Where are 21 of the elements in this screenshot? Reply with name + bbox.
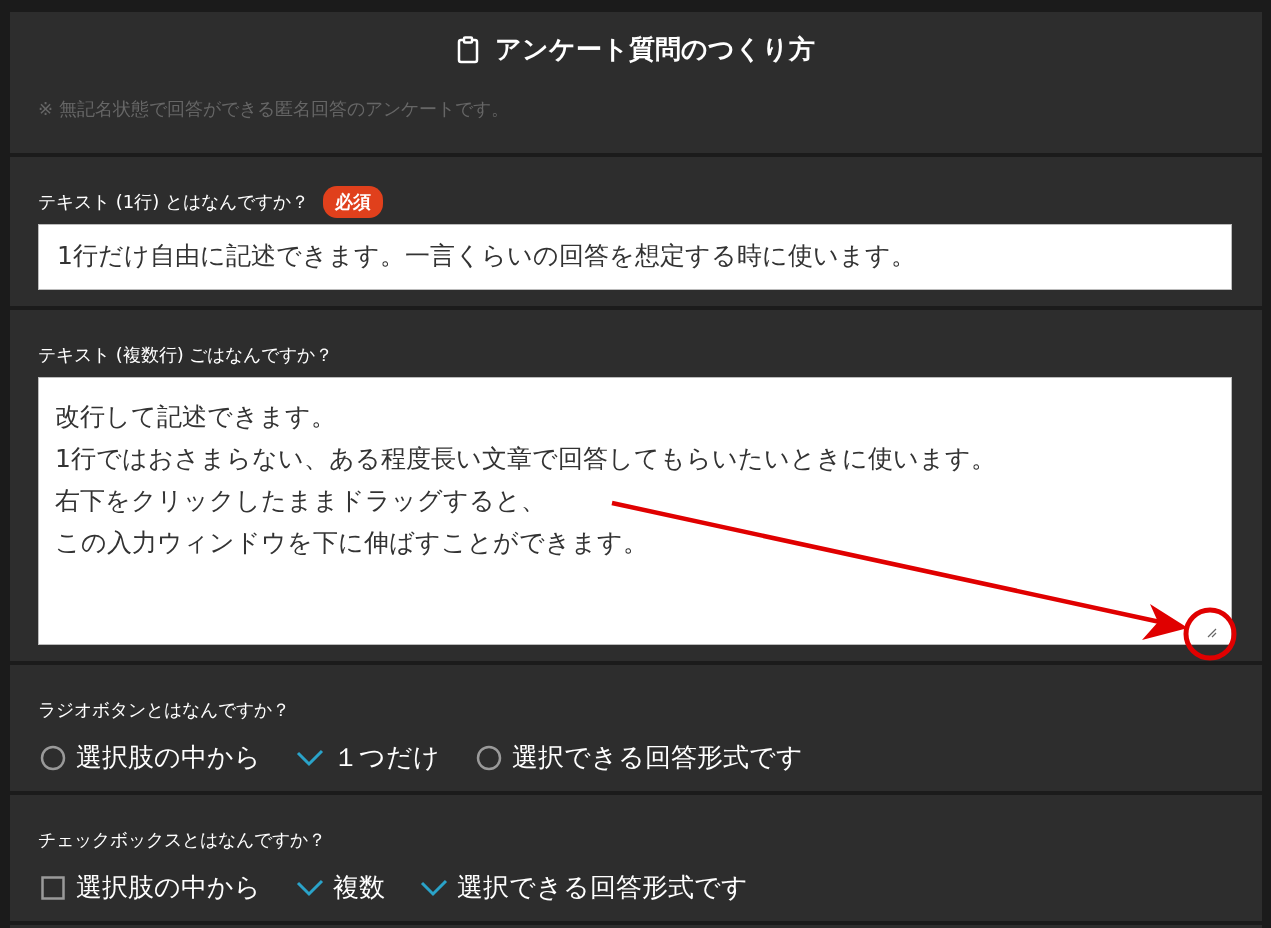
question-label: チェックボックスとはなんですか？: [38, 828, 326, 852]
checkbox-option[interactable]: 選択できる回答形式です: [419, 870, 748, 905]
text-line: 右下をクリックしたままドラッグすると、: [55, 485, 546, 517]
text-field[interactable]: 1行だけ自由に記述できます。一言くらいの回答を想定する時に使います。: [38, 224, 1232, 290]
checkbox-option[interactable]: 選択肢の中から: [38, 870, 261, 905]
anonymous-note: ※ 無記名状態で回答ができる匿名回答のアンケートです。: [38, 97, 510, 121]
question-label: テキスト (複数行) ごはなんですか？: [38, 343, 334, 367]
survey-title: アンケート質問のつくり方: [495, 33, 815, 66]
clipboard-icon: [457, 35, 479, 64]
required-badge: 必須: [322, 186, 383, 218]
radio-option[interactable]: １つだけ: [295, 740, 440, 775]
text-line: 改行して記述できます。: [55, 401, 336, 433]
resize-grip-icon[interactable]: [1207, 628, 1217, 638]
question-label: テキスト (1行) とはなんですか？: [38, 190, 309, 214]
text-line: この入力ウィンドウを下に伸ばすことができます。: [55, 527, 648, 559]
radio-option[interactable]: 選択できる回答形式です: [474, 740, 803, 775]
textarea-field[interactable]: 改行して記述できます。 1行ではおさまらない、ある程度長い文章で回答してもらいたいときに使います。 右下をクリックしたままドラッグすると、 この入力ウィンドウを下に伸ばすことができます。: [38, 377, 1232, 645]
text-line: 1行ではおさまらない、ある程度長い文章で回答してもらいたいときに使います。: [55, 443, 996, 475]
checkbox-option[interactable]: 複数: [295, 870, 385, 905]
radio-option[interactable]: 選択肢の中から: [38, 740, 261, 775]
question-label: ラジオボタンとはなんですか？: [38, 698, 290, 722]
